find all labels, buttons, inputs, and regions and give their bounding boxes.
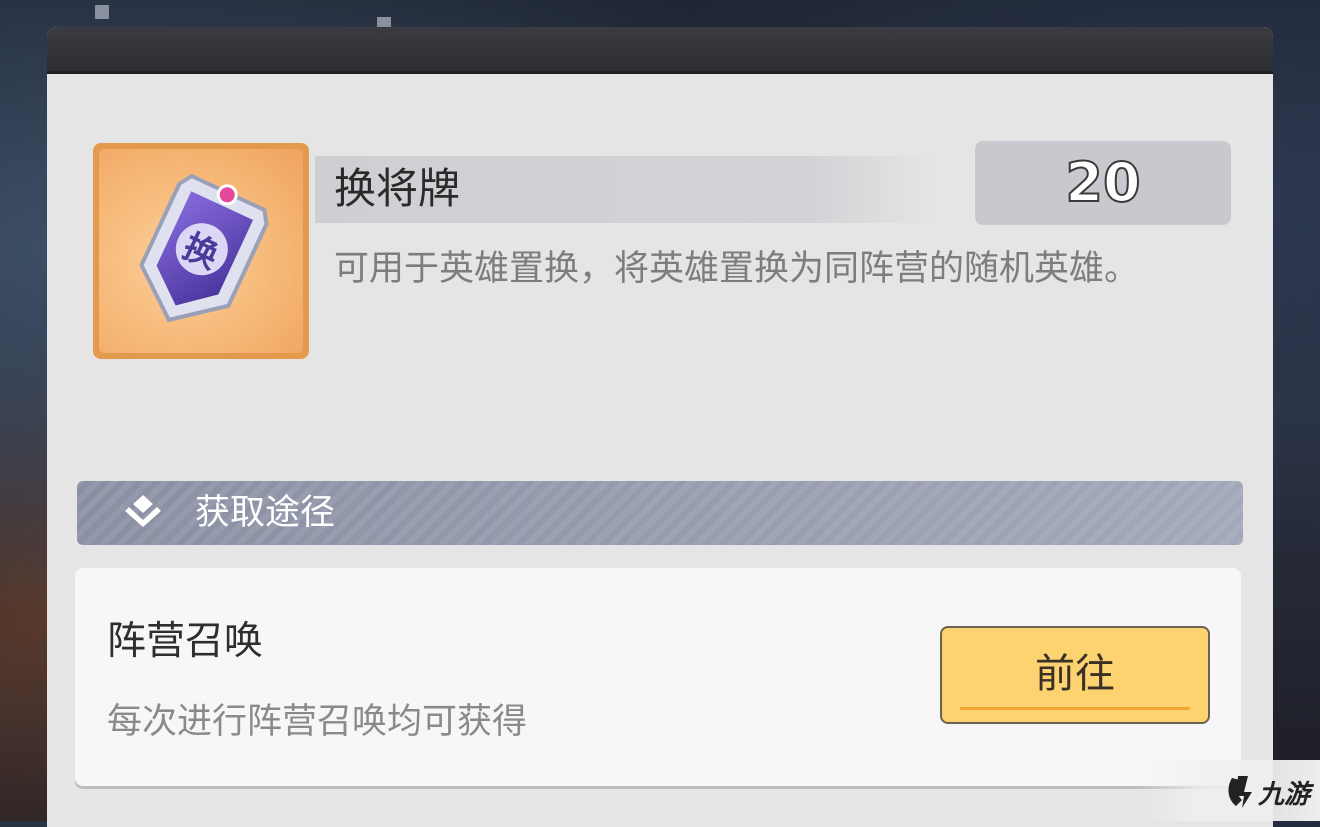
acquire-section-header: 获取途径 <box>77 481 1243 545</box>
go-button[interactable]: 前往 <box>940 626 1210 724</box>
item-count: 20 <box>1064 150 1141 215</box>
item-icon-frame: 换 <box>93 143 309 359</box>
item-detail-panel: 换 换将牌 20 可用于英雄置换，将英雄置换为同阵营的随机英雄。 获取途径 阵营… <box>47 27 1273 827</box>
source-card: 阵营召唤 每次进行阵营召唤均可获得 前往 <box>75 568 1241 786</box>
go-button-underline <box>960 707 1190 710</box>
acquire-section-title: 获取途径 <box>195 493 336 533</box>
hero-swap-card-icon: 换 <box>139 173 269 323</box>
watermark-text: 九游 <box>1257 780 1315 810</box>
background-decoration <box>95 5 109 19</box>
source-description: 每次进行阵营召唤均可获得 <box>107 702 528 742</box>
diamond-chevron-icon <box>125 495 161 527</box>
item-description: 可用于英雄置换，将英雄置换为同阵营的随机英雄。 <box>334 249 1140 289</box>
item-icon-background: 换 <box>99 149 303 353</box>
panel-top-bar <box>47 27 1273 74</box>
jiuyou-logo-icon: 九游 <box>1228 776 1315 810</box>
source-title: 阵营召唤 <box>107 619 264 664</box>
item-name: 换将牌 <box>334 164 461 213</box>
item-count-box: 20 <box>975 141 1231 225</box>
go-button-label: 前往 <box>1035 651 1115 697</box>
